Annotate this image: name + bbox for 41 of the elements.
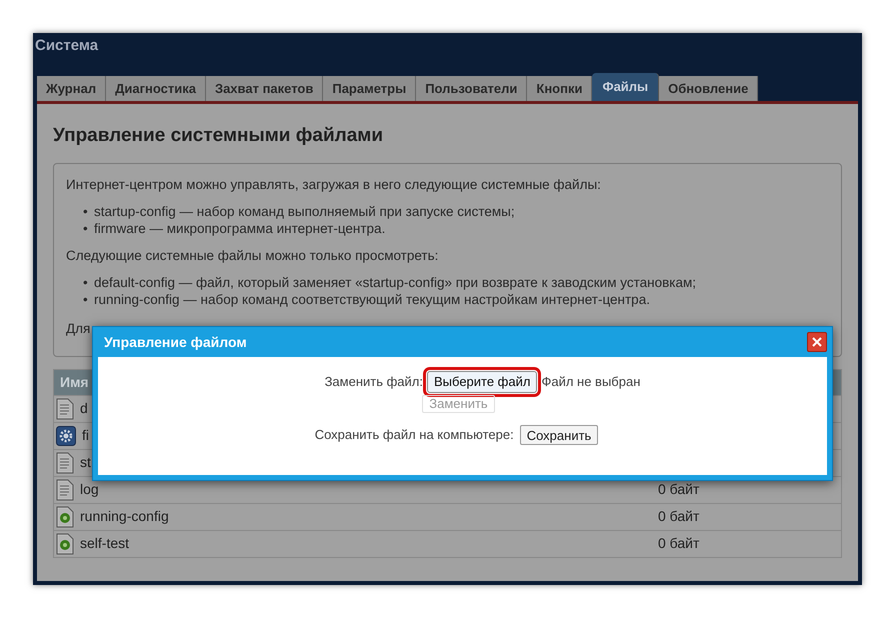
tab[interactable]: Кнопки: [527, 76, 592, 101]
document-icon: [56, 478, 74, 500]
close-icon: [812, 337, 822, 347]
document-icon: [56, 398, 74, 420]
tab[interactable]: Журнал: [37, 76, 106, 101]
gear-icon: [56, 426, 76, 446]
tab[interactable]: Файлы: [592, 73, 660, 101]
bullet: •: [83, 290, 89, 308]
dialog-title: Управление файлом: [103, 332, 247, 352]
bullet: •: [83, 202, 89, 220]
info-list-item: default-config — файл, который заменяет «startup-config» при возврате к заводским установкам;: [94, 274, 696, 290]
file-size: 0 байт: [658, 480, 700, 499]
bullet: •: [83, 274, 89, 290]
no-file-text: Файл не выбран: [541, 373, 640, 392]
info-text: Интернет-центром можно управлять, загружая в него следующие системные файлы:: [66, 176, 602, 192]
gear-document-icon: [56, 506, 74, 528]
document-icon: [56, 452, 74, 474]
close-button[interactable]: [807, 332, 827, 352]
tab[interactable]: Обновление: [659, 76, 758, 101]
file-name[interactable]: running-config: [80, 506, 658, 527]
tab[interactable]: Параметры: [323, 76, 416, 101]
info-list-item: running-config — набор команд соответствующий текущим настройкам интернет-центра.: [94, 290, 650, 308]
info-text: Следующие системные файлы можно только просмотреть:: [66, 246, 440, 264]
file-size: 0 байт: [658, 507, 700, 526]
window-title: Система: [34, 36, 100, 56]
tab[interactable]: Пользователи: [416, 76, 528, 101]
tab[interactable]: Диагностика: [106, 76, 206, 101]
save-label: Сохранить файл на компьютере:: [314, 426, 514, 444]
info-list-item: firmware — микропрограмма интернет-центра.: [94, 220, 386, 236]
replace-label: Заменить файл:: [324, 373, 423, 392]
info-text: Для: [66, 320, 92, 336]
file-size: 0 байт: [658, 534, 700, 553]
file-name[interactable]: log: [80, 479, 658, 500]
tab[interactable]: Захват пакетов: [206, 76, 324, 101]
bullet: •: [83, 220, 89, 236]
column-header: Имя: [60, 372, 89, 392]
page-heading: Управление системными файлами: [53, 124, 384, 148]
save-button[interactable]: Сохранить: [520, 425, 598, 445]
info-list-item: startup-config — набор команд выполняемый при запуске системы;: [94, 202, 515, 220]
gear-document-icon: [56, 532, 74, 554]
file-name[interactable]: self-test: [80, 533, 658, 554]
